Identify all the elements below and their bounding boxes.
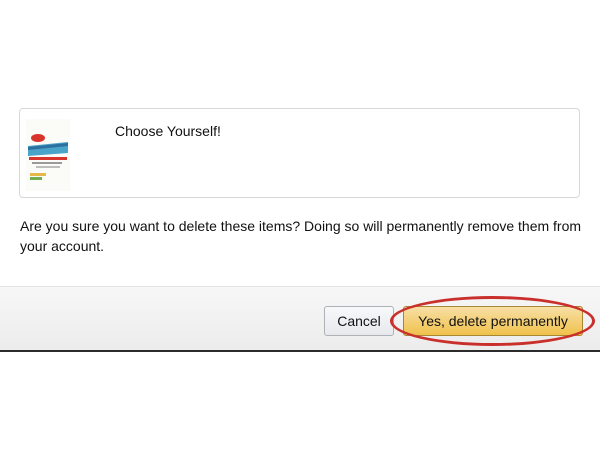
dialog-footer: Cancel Yes, delete permanently — [0, 286, 600, 352]
confirmation-message: Are you sure you want to delete these it… — [20, 218, 582, 254]
book-cover-icon — [26, 119, 70, 191]
book-cover-image — [26, 119, 70, 191]
cancel-button[interactable]: Cancel — [324, 306, 394, 336]
book-title[interactable]: Choose Yourself! — [115, 123, 221, 139]
item-card: Choose Yourself! — [19, 108, 580, 198]
delete-confirmation-dialog: Choose Yourself! Are you sure you want t… — [0, 0, 600, 450]
delete-permanently-button[interactable]: Yes, delete permanently — [403, 306, 583, 336]
dialog-body: Choose Yourself! Are you sure you want t… — [0, 0, 600, 286]
